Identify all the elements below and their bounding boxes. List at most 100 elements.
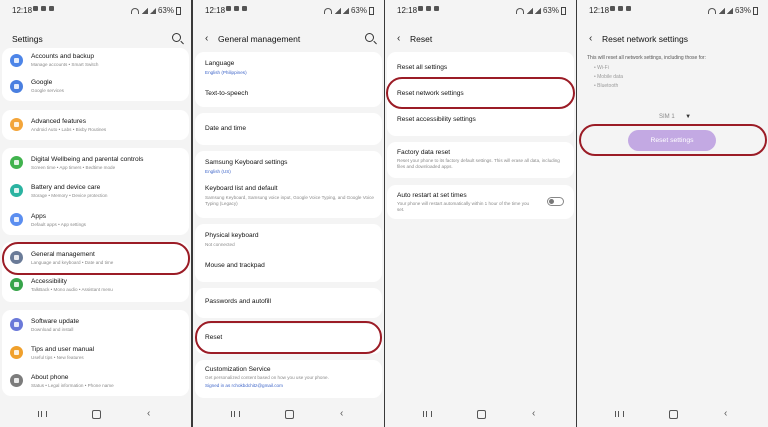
page-title: Settings [12, 34, 43, 44]
list-item-language[interactable]: Language English (Philippines) [195, 56, 382, 76]
mail-icon [242, 6, 247, 11]
list-item-customization[interactable]: Customization Service Get personalized c… [195, 362, 382, 396]
item-title: Text-to-speech [205, 90, 249, 97]
list-item-digital-wellbeing[interactable]: Digital Wellbeing and parental controls … [2, 152, 189, 174]
list-item-about-phone[interactable]: About phone Status • Legal information •… [2, 370, 189, 392]
mail-icon [434, 6, 439, 11]
back-nav-icon[interactable]: ‹ [147, 408, 150, 419]
item-sub: Android Auto • Labs • Bixby Routines [31, 127, 107, 132]
card-keyboard: Samsung Keyboard settings English (US) K… [195, 151, 382, 218]
card-software: Software update Download and install Tip… [2, 310, 189, 396]
signal-icon-2 [726, 7, 733, 14]
list-item-accounts[interactable]: Accounts and backup Manage accounts • Sm… [2, 50, 189, 72]
card-wellbeing: Digital Wellbeing and parental controls … [2, 148, 189, 235]
recent-apps-icon[interactable] [38, 411, 47, 417]
list-item-advanced-features[interactable]: Advanced features Android Auto • Labs • … [2, 114, 189, 136]
list-item-samsung-keyboard[interactable]: Samsung Keyboard settings English (US) [195, 155, 382, 177]
bullet-bluetooth: • Bluetooth [594, 83, 619, 89]
signal-icon [334, 7, 341, 14]
list-item-reset-accessibility[interactable]: Reset accessibility settings [387, 109, 574, 131]
card-date: Date and time [195, 113, 382, 145]
message-icon [426, 6, 431, 11]
search-icon[interactable] [365, 33, 374, 42]
battery-percent: 63% [542, 6, 559, 15]
info-icon [10, 374, 23, 387]
item-title: Mouse and trackpad [205, 262, 265, 269]
list-item-keyboard-list[interactable]: Keyboard list and default Samsung Keyboa… [195, 181, 382, 215]
battery-icon [176, 6, 181, 15]
back-arrow-icon[interactable]: ‹ [205, 34, 208, 44]
header: ‹ Reset [385, 26, 576, 52]
item-sub: Reset your phone to its factory default … [397, 158, 560, 169]
wifi-icon [130, 7, 139, 14]
highlight-ring [386, 77, 575, 109]
battery-percent: 63% [157, 6, 174, 15]
status-time: 12:18 [397, 6, 418, 15]
item-account: Signed in as rchokbdchitz@gmail.com [205, 383, 283, 388]
back-nav-icon[interactable]: ‹ [340, 408, 343, 419]
accessibility-icon [10, 278, 23, 291]
item-title: Advanced features [31, 118, 86, 125]
home-icon[interactable] [92, 410, 101, 419]
dropdown-arrow-icon: ▼ [685, 114, 692, 120]
card-accounts: Accounts and backup Manage accounts • Sm… [2, 48, 189, 101]
back-nav-icon[interactable]: ‹ [724, 408, 727, 419]
item-title: Physical keyboard [205, 232, 259, 239]
wellbeing-icon [10, 156, 23, 169]
battery-icon [561, 6, 566, 15]
item-title: Factory data reset [397, 149, 451, 156]
sim-dropdown[interactable]: SIM 1 ▼ [659, 105, 691, 123]
item-title: Auto restart at set times [397, 192, 467, 199]
list-item-accessibility[interactable]: Accessibility TalkBack • Mono audio • As… [2, 274, 189, 296]
list-item-reset-all[interactable]: Reset all settings [387, 56, 574, 78]
status-bar: 12:18 63% [0, 0, 191, 22]
list-item-auto-restart[interactable]: Auto restart at set times Your phone wil… [387, 187, 574, 217]
list-item-physical-keyboard[interactable]: Physical keyboard Not connected [195, 228, 382, 250]
list-item-factory-reset[interactable]: Factory data reset Reset your phone to i… [387, 144, 574, 176]
list-item-apps[interactable]: Apps Default apps • App settings [2, 209, 189, 231]
item-title: Reset accessibility settings [397, 116, 476, 123]
search-icon[interactable] [172, 33, 181, 42]
list-item-tips[interactable]: Tips and user manual Useful tips • New f… [2, 342, 189, 364]
page-title: Reset [410, 34, 433, 44]
back-arrow-icon[interactable]: ‹ [589, 34, 592, 44]
item-title: Google [31, 79, 53, 86]
reset-screen: 12:18 63% ‹ Reset Reset all settings Res… [385, 0, 576, 427]
card-language: Language English (Philippines) Text-to-s… [195, 52, 382, 107]
recent-apps-icon[interactable] [423, 411, 432, 417]
mail-icon [49, 6, 54, 11]
home-icon[interactable] [285, 410, 294, 419]
home-icon[interactable] [669, 410, 678, 419]
notification-icon [610, 6, 615, 11]
item-sub: Get personalized content based on how yo… [205, 375, 329, 380]
item-title: Tips and user manual [31, 346, 95, 353]
list-item-date-and-time[interactable]: Date and time [195, 119, 382, 139]
item-sub: Not connected [205, 242, 235, 247]
item-sub: Storage • Memory • Device protection [31, 193, 108, 198]
item-sub: TalkBack • Mono audio • Assistant menu [31, 287, 113, 292]
list-item-passwords[interactable]: Passwords and autofill [195, 292, 382, 312]
list-item-battery[interactable]: Battery and device care Storage • Memory… [2, 180, 189, 202]
item-sub: English (US) [205, 169, 231, 174]
item-sub: Samsung Keyboard, Samsung voice input, G… [205, 195, 374, 206]
status-time: 12:18 [205, 6, 226, 15]
card-physical: Physical keyboard Not connected Mouse an… [195, 224, 382, 282]
list-item-text-to-speech[interactable]: Text-to-speech [195, 84, 382, 104]
recent-apps-icon[interactable] [615, 411, 624, 417]
home-icon[interactable] [477, 410, 486, 419]
list-item-google[interactable]: Google Google services [2, 76, 189, 98]
card-auto-restart: Auto restart at set times Your phone wil… [387, 185, 574, 219]
status-time: 12:18 [12, 6, 33, 15]
item-title: Reset all settings [397, 64, 448, 71]
item-title: Accounts and backup [31, 53, 95, 60]
auto-restart-toggle[interactable] [547, 197, 564, 206]
list-item-software-update[interactable]: Software update Download and install [2, 314, 189, 336]
item-title: About phone [31, 374, 69, 381]
list-item-mouse-trackpad[interactable]: Mouse and trackpad [195, 256, 382, 276]
back-arrow-icon[interactable]: ‹ [397, 34, 400, 44]
recent-apps-icon[interactable] [231, 411, 240, 417]
mail-icon [626, 6, 631, 11]
reset-network-screen: 12:18 63% ‹ Reset network settings This … [577, 0, 768, 427]
back-nav-icon[interactable]: ‹ [532, 408, 535, 419]
item-sub: English (Philippines) [205, 70, 247, 75]
